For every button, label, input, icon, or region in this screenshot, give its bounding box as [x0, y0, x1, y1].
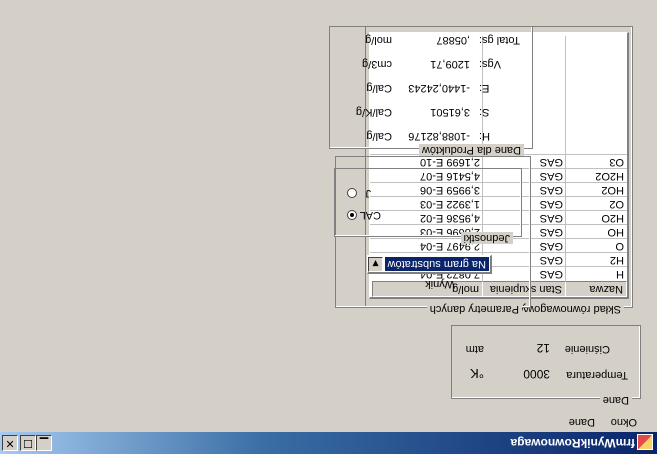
- menu-dane[interactable]: Dane: [569, 416, 595, 428]
- maximize-button[interactable]: ☐: [20, 435, 36, 451]
- product-value: -1440,24243: [408, 82, 470, 94]
- product-value: 3,61501: [430, 106, 470, 118]
- phase-cell: GAS: [539, 254, 563, 266]
- product-unit: Cal/g: [366, 130, 392, 142]
- species-name-cell: H: [616, 268, 624, 280]
- menu-okno[interactable]: Okno: [611, 416, 637, 428]
- app-icon: [637, 434, 653, 450]
- menu-bar: Okno Dane: [0, 410, 657, 432]
- species-name-cell: O2: [609, 198, 624, 210]
- parameters-group-label: Parametry danych: [426, 303, 522, 315]
- phase-cell: GAS: [539, 226, 563, 238]
- species-name-cell: HO: [607, 226, 625, 238]
- units-group-label: Jednostki: [460, 232, 513, 244]
- species-name-cell: HO2: [601, 184, 624, 196]
- minimize-button[interactable]: ▁: [36, 435, 52, 451]
- product-label: Vgs:: [479, 58, 502, 70]
- product-unit: cm3/g: [362, 58, 392, 70]
- application-window: frmWynikRownowaga ▁ ☐ ✕ Okno Dane Dane T…: [0, 0, 657, 454]
- radio-j-label[interactable]: J: [366, 187, 372, 199]
- title-bar[interactable]: frmWynikRownowaga ▁ ☐ ✕: [0, 432, 657, 454]
- temperature-value[interactable]: 3000: [523, 367, 550, 381]
- pressure-value[interactable]: 12: [537, 341, 550, 355]
- radio-cal-label[interactable]: CAL: [360, 209, 381, 221]
- product-label: S:: [479, 106, 490, 118]
- species-name-cell: O3: [609, 156, 624, 168]
- product-label: E:: [479, 82, 490, 94]
- product-value: ,05887: [436, 34, 470, 46]
- product-label: H:: [479, 130, 490, 142]
- temperature-unit: °K: [470, 366, 484, 381]
- product-unit: Cal/g: [366, 82, 392, 94]
- output-label: Wynik: [425, 278, 455, 290]
- phase-cell: GAS: [539, 212, 563, 224]
- products-group-label: Dane dla Produktów: [418, 144, 524, 156]
- radio-cal[interactable]: [347, 210, 357, 220]
- dropdown-arrow-icon[interactable]: ▼: [368, 257, 383, 272]
- phase-cell: GAS: [539, 198, 563, 210]
- species-name-cell: H2O2: [595, 170, 624, 182]
- pressure-label: Ciśnienie: [564, 343, 610, 355]
- dane-group: Dane Temperatura 3000 °K Ciśnienie 12 at…: [451, 325, 641, 406]
- species-name-cell: H2O: [601, 212, 624, 224]
- product-unit: Cal/K/g: [355, 106, 392, 118]
- temperature-label: Temperatura: [566, 369, 628, 381]
- output-selected-value: Na gram substratów: [384, 257, 489, 271]
- pressure-unit: atm: [465, 343, 484, 355]
- species-name-cell: O: [615, 240, 624, 252]
- phase-cell: GAS: [539, 268, 563, 280]
- equilibrium-group-label: Skład równowagowy: [517, 303, 624, 315]
- product-value: 1209,71: [430, 58, 470, 70]
- dane-group-label: Dane: [599, 394, 632, 406]
- output-combobox[interactable]: Na gram substratów ▼: [367, 255, 492, 274]
- species-name-cell: H2: [609, 254, 624, 266]
- close-button[interactable]: ✕: [2, 435, 18, 451]
- radio-j[interactable]: [347, 188, 357, 198]
- column-header-nazwa[interactable]: Nazwa: [565, 281, 627, 297]
- window-title: frmWynikRownowaga: [510, 436, 635, 450]
- phase-cell: GAS: [539, 184, 563, 196]
- units-group: Jednostki CAL J: [334, 168, 522, 244]
- phase-cell: GAS: [539, 156, 563, 168]
- product-unit: mol/g: [365, 34, 392, 46]
- product-value: -1088,82176: [408, 130, 470, 142]
- parameters-group: Parametry danych Wynik Na gram substrató…: [334, 156, 531, 315]
- phase-cell: GAS: [539, 170, 563, 182]
- products-group: Dane dla Produktów H: -1088,82176 Cal/g S: 3…: [329, 26, 533, 156]
- product-label: Total gs:: [479, 34, 520, 46]
- phase-cell: GAS: [539, 240, 563, 252]
